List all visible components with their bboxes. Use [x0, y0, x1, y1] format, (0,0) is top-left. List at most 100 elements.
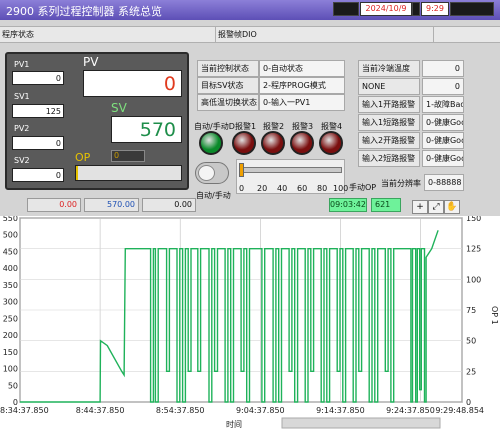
sv-value[interactable]: 570 [111, 116, 182, 143]
alarm4-lamp [319, 131, 343, 155]
y-left-tick-label: 150 [3, 348, 18, 357]
x-tick-label: 9:14:37.850 [316, 406, 365, 415]
status-strip [333, 2, 359, 16]
alarm-value: 0 [422, 78, 464, 95]
y-left-tick-label: 500 [3, 231, 18, 240]
x-tick-label: 8:34:37.850 [0, 406, 49, 415]
sv2-value[interactable]: 0 [12, 168, 64, 182]
readout-pv: 0.00 [27, 198, 81, 212]
y-axis-right-title: OP 1 [490, 306, 499, 325]
status-value: 0-自动状态 [259, 60, 345, 77]
slider-tick: 40 [277, 184, 288, 193]
alarm2-lamp [261, 131, 285, 155]
op-value: 0 [111, 150, 145, 162]
trend-chart: 550 500 450 400 350 300 250 200 150 100 50 0 150 125… [0, 214, 500, 444]
resolution-label: 当前分辨率 [381, 179, 421, 188]
status-label: 目标SV状态 [197, 77, 259, 94]
slider-tick: 60 [297, 184, 308, 193]
y-left-tick-label: 50 [8, 381, 18, 390]
program-status-label: 程序状态 [0, 27, 216, 42]
controller-panel: PV1 0 SV1 125 PV2 0 SV2 0 PV 0 SV 570 OP… [5, 52, 189, 190]
chart-scrollbar[interactable] [281, 417, 441, 429]
status-value: 2-程序PROG模式 [259, 77, 345, 94]
x-tick-label: 9:24:37.850 [386, 406, 435, 415]
sv-label: SV [111, 101, 127, 115]
alarm-value: 0-健康Good [422, 114, 464, 131]
status-label: 当前控制状态 [197, 60, 259, 77]
pv-value: 0 [83, 70, 182, 97]
crosshair-button[interactable]: + [412, 200, 428, 214]
pv-label: PV [83, 55, 99, 69]
y-left-tick-label: 200 [3, 331, 18, 340]
section-band: 程序状态 报警帧DIO [0, 26, 500, 43]
count-readout: 621 [371, 198, 401, 212]
status-value: 0-输入一PV1 [259, 94, 345, 111]
pan-button[interactable]: ✋ [444, 200, 460, 214]
y-left-tick-label: 550 [3, 216, 18, 223]
auto-manual-toggle[interactable] [195, 162, 229, 184]
alarm-label: 输入2短路报警 [358, 150, 420, 167]
alarm-value: 0 [422, 60, 464, 77]
slider-tick: 80 [317, 184, 328, 193]
pv2-label: PV2 [14, 124, 30, 133]
slider-tick: 0 [239, 184, 245, 193]
sv1-value[interactable]: 125 [12, 104, 64, 118]
alarm-label: 输入2开路报警 [358, 132, 420, 149]
manual-op-label: 手动OP [349, 183, 377, 192]
y-right-tick-label: 25 [466, 367, 476, 376]
x-axis: 8:34:37.850 8:44:37.850 8:54:37.850 9:04:37… [0, 406, 484, 415]
status-strip [412, 2, 420, 16]
y-left-tick-label: 100 [3, 365, 18, 374]
pv1-label: PV1 [14, 60, 30, 69]
x-tick-label: 8:54:37.850 [156, 406, 205, 415]
y-right-tick-label: 150 [466, 216, 481, 223]
readout-op: 0.00 [142, 198, 196, 212]
y-axis-right: 1501251007550250 [466, 214, 481, 407]
y-right-tick-label: 125 [466, 245, 481, 254]
auto-manual-indicator-label: 自动/手动D [194, 122, 235, 131]
op-bar [75, 165, 182, 181]
y-left-tick-label: 300 [3, 298, 18, 307]
toggle-knob [198, 165, 215, 181]
alarm-label: 输入1短路报警 [358, 114, 420, 131]
x-axis-title: 时间 [226, 419, 242, 429]
alarm3-lamp [290, 131, 314, 155]
title-bar: 2900 系列过程控制器 系统总览 2024/10/9 9:29 [0, 0, 500, 20]
pv1-value: 0 [12, 71, 64, 85]
clock-readout: 09:03:42 [329, 198, 367, 212]
alarm-value: 0-健康Good [422, 150, 464, 167]
alarm-label: NONE [358, 78, 420, 95]
alarm1-lamp [232, 131, 256, 155]
x-tick-label: 9:04:37.850 [236, 406, 285, 415]
y-right-tick-label: 75 [466, 306, 476, 315]
sv2-label: SV2 [14, 156, 30, 165]
app-title: 2900 系列过程控制器 系统总览 [6, 5, 162, 18]
slider-track [239, 167, 342, 173]
x-tick-label: 9:29:48.854 [435, 406, 484, 415]
time-display: 9:29 [421, 2, 449, 16]
alarm-value: 0-健康Good [422, 132, 464, 149]
readout-sv: 570.00 [84, 198, 139, 212]
op-label: OP [75, 151, 91, 164]
auto-manual-lamp [199, 131, 223, 155]
date-display: 2024/10/9 [360, 2, 412, 16]
zoom-button[interactable]: ⤢ [428, 200, 444, 214]
op-bar-fill [76, 166, 79, 180]
y-left-tick-label: 400 [3, 264, 18, 273]
manual-op-slider[interactable]: 0 20 40 60 80 100 [236, 159, 349, 194]
status-label: 高低温切换状态 [197, 94, 259, 111]
resolution-value: 0-88888 [424, 174, 464, 191]
status-strip [450, 2, 494, 16]
slider-thumb[interactable] [239, 163, 244, 177]
alarm-dio-label: 报警帧DIO [216, 27, 434, 42]
y-left-tick-label: 250 [3, 314, 18, 323]
trend-chart-svg: 550500450400350300250200150100500 150125… [0, 214, 499, 429]
slider-tick: 100 [333, 184, 349, 193]
y-right-tick-label: 50 [466, 337, 476, 346]
auto-manual-label: 自动/手动 [196, 191, 231, 200]
sv1-label: SV1 [14, 92, 30, 101]
slider-tick: 20 [257, 184, 268, 193]
alarm-label: 输入1开路报警 [358, 96, 420, 113]
x-tick-label: 8:44:37.850 [76, 406, 125, 415]
alarm-value: 1-故障Bad [422, 96, 464, 113]
